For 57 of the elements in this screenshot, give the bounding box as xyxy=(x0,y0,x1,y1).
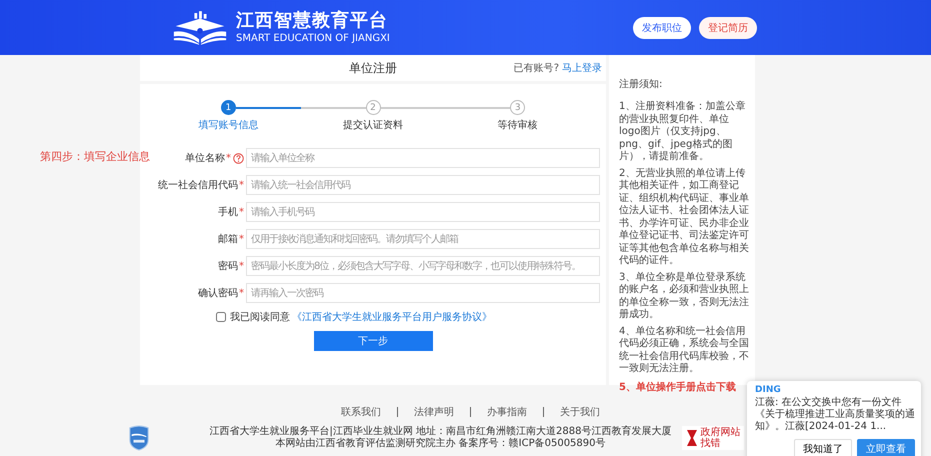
step-label: 提交认证资料 xyxy=(343,118,403,132)
required-mark: * xyxy=(239,206,244,218)
required-mark: * xyxy=(239,234,244,244)
field-label: 单位名称 xyxy=(185,152,225,165)
help-icon[interactable] xyxy=(233,152,244,164)
step-number: 2 xyxy=(366,100,381,115)
site-subtitle: SMART EDUCATION OF JIANGXI xyxy=(236,32,390,45)
footer-record: 本网站由江西省教育评估监测研究院主办 备案序号：赣ICP备05005890号 xyxy=(275,438,606,450)
gov-badge[interactable]: 政府网站 找错 xyxy=(682,426,744,450)
book-logo-icon xyxy=(172,10,228,44)
emblem-icon xyxy=(684,429,698,447)
notice-text: 4、单位名称和统一社会信用代码必须正确，系统会与全国统一社会信用代码库校验，不一致则无法注册。 xyxy=(619,326,749,376)
login-link[interactable]: 马上登录 xyxy=(562,61,602,75)
step-number: 1 xyxy=(220,100,236,115)
input-field[interactable]: 请再输入一次密码 xyxy=(246,283,600,303)
field-label: 密码 xyxy=(218,260,238,273)
input-field[interactable]: 请输入手机号码 xyxy=(246,202,600,222)
notice-title: 注册须知: xyxy=(619,78,664,91)
footer-link[interactable]: 法律声明 xyxy=(414,405,454,419)
field-label: 手机 xyxy=(218,206,238,219)
header-button[interactable]: 发布职位 xyxy=(633,16,691,38)
field-label: 邮箱 xyxy=(218,232,238,246)
required-mark: * xyxy=(239,180,244,190)
login-prompt: 已有账号? xyxy=(514,62,559,75)
footer-address: 江西省大学生就业服务平台|江西毕业生就业网 地址：南昌市红角洲赣江南大道2888号江西教育发展大厦 xyxy=(210,426,672,438)
notification-message: 江薇: 在公文交换中您有一份文件《关于梳理推进工业高质量奖项的通知》。江薇[2024-01-24 1... xyxy=(755,397,915,433)
notice-text: 2、无营业执照的单位请上传其他相关证件，如工商登记证、组织机构代码证、事业单位法人证书、社会团体法人证书、办学许可证、民办非企业单位登记证书、司法鉴定许可证等其他包含单位名称与相关代码的证件。 xyxy=(619,168,749,268)
step-label: 填写账号信息 xyxy=(198,118,258,132)
required-mark: * xyxy=(239,288,244,298)
agreement-link[interactable]: 《江西省大学生就业服务平台用户服务协议》 xyxy=(292,310,492,324)
shield-emblem-icon xyxy=(128,425,150,451)
input-field[interactable]: 密码最小长度为8位，必须包含大写字母、小写字母和数字，也可以使用特殊符号。 xyxy=(246,256,600,276)
input-field[interactable]: 请输入单位全称 xyxy=(246,148,600,168)
notification-button[interactable]: 我知道了 xyxy=(794,439,852,456)
step-number: 3 xyxy=(510,100,526,115)
input-field[interactable]: 请输入统一社会信用代码 xyxy=(246,175,600,195)
required-mark: * xyxy=(239,260,244,272)
notification-button[interactable]: 立即查看 xyxy=(857,439,915,456)
agreement-checkbox[interactable] xyxy=(216,312,226,322)
site-title: 江西智慧教育平台 xyxy=(236,10,389,32)
form-title: 单位注册 xyxy=(349,60,397,76)
field-label: 确认密码 xyxy=(198,286,238,300)
header-button[interactable]: 登记简历 xyxy=(699,16,757,38)
footer-link[interactable]: 关于我们 xyxy=(560,405,600,419)
input-field[interactable]: 仅用于接收消息通知和找回密码。请勿填写个人邮箱 xyxy=(246,229,600,249)
footer-link[interactable]: 办事指南 xyxy=(487,405,527,419)
notice-text: 3、单位全称是单位登录系统的账户名，必须和营业执照上的单位全称一致，否则无法注册成功。 xyxy=(619,272,749,322)
agreement-text: 我已阅读同意 xyxy=(230,310,290,324)
annotation-text: 第四步：填写企业信息 xyxy=(40,149,150,163)
manual-download-link[interactable]: 5、单位操作手册点击下载 xyxy=(619,380,749,394)
next-step-button[interactable]: 下一步 xyxy=(314,331,432,351)
field-label: 统一社会信用代码 xyxy=(158,178,238,192)
notification-app-name: DING xyxy=(755,385,782,395)
footer-link[interactable]: 联系我们 xyxy=(341,405,381,419)
required-mark: * xyxy=(226,152,231,164)
step-label: 等待审核 xyxy=(498,118,538,132)
notice-text: 1、注册资料准备：加盖公章的营业执照复印件、单位logo图片（仅支持jpg、png、gif、jpeg格式的图片），请提前准备。 xyxy=(619,101,746,164)
